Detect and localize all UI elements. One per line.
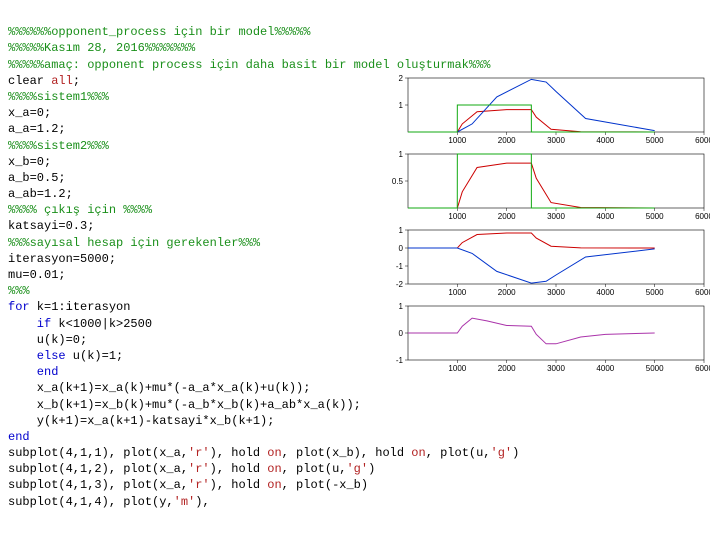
code-line: x_b(k+1)=x_b(k)+mu*(-a_b*x_b(k)+a_ab*x_a… [8, 398, 361, 412]
code-line: iterasyon=5000; [8, 252, 116, 266]
comment-line: %%%sayısal hesap için gerekenler%%% [8, 236, 260, 250]
comment-line: %%%%%Kasım 28, 2016%%%%%%% [8, 41, 195, 55]
code-line: u(k)=0; [8, 333, 87, 347]
code-line: end [8, 430, 30, 444]
code-line: else u(k)=1; [8, 349, 123, 363]
code-line: a_b=0.5; [8, 171, 66, 185]
comment-line: %%% [8, 284, 30, 298]
code-line: a_a=1.2; [8, 122, 66, 136]
code-line: subplot(4,1,1), plot(x_a,'r'), hold on, … [8, 446, 519, 460]
code-line: subplot(4,1,3), plot(x_a,'r'), hold on, … [8, 478, 368, 492]
code-line: end [8, 365, 58, 379]
code-line: y(k+1)=x_a(k+1)-katsayi*x_b(k+1); [8, 414, 274, 428]
code-line: katsayi=0.3; [8, 219, 94, 233]
code-line: x_a=0; [8, 106, 51, 120]
code-line: clear all; [8, 74, 80, 88]
comment-line: %%%%%amaç: opponent process için daha ba… [8, 58, 490, 72]
code-line: subplot(4,1,4), plot(y,'m'), [8, 495, 210, 509]
comment-line: %%%% çıkış için %%%% [8, 203, 152, 217]
code-line: if k<1000|k>2500 [8, 317, 152, 331]
code-line: subplot(4,1,2), plot(x_a,'r'), hold on, … [8, 462, 375, 476]
comment-line: %%%%sistem2%%% [8, 139, 109, 153]
code-line: x_a(k+1)=x_a(k)+mu*(-a_a*x_a(k)+u(k)); [8, 381, 310, 395]
code-line: x_b=0; [8, 155, 51, 169]
code-line: mu=0.01; [8, 268, 66, 282]
code-line: for k=1:iterasyon [8, 300, 130, 314]
code-line: a_ab=1.2; [8, 187, 73, 201]
matlab-code: %%%%%%opponent_process için bir model%%%… [8, 8, 712, 510]
comment-line: %%%%%%opponent_process için bir model%%%… [8, 25, 310, 39]
comment-line: %%%%sistem1%%% [8, 90, 109, 104]
